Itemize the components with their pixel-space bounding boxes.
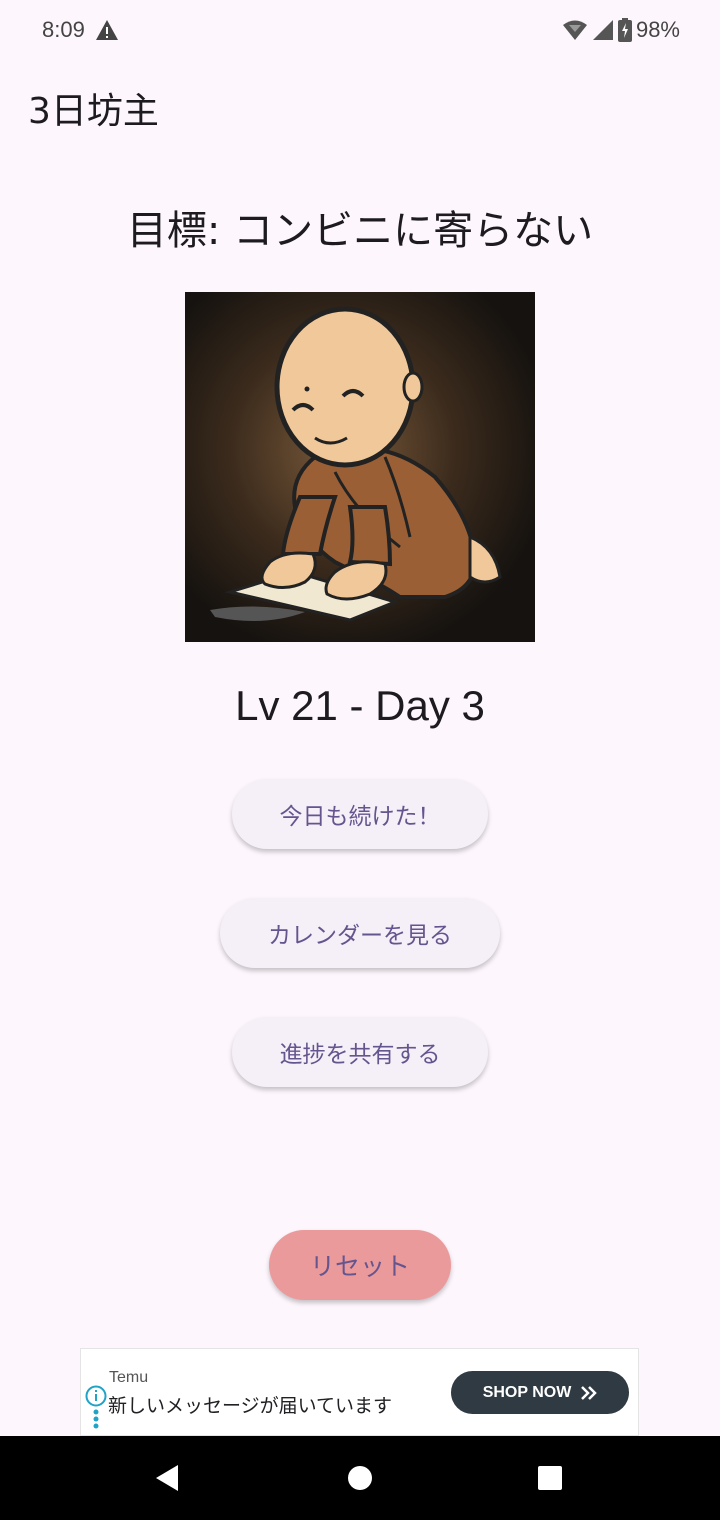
status-time: 8:09 [42,17,85,42]
navigation-bar [0,1436,720,1520]
status-bar: 8:09 98% [0,0,720,60]
back-icon[interactable] [154,1464,180,1492]
battery-icon [617,18,632,42]
share-progress-button[interactable]: 進捗を共有する [232,1017,488,1087]
double-chevron-right-icon [581,1385,598,1400]
info-icon[interactable] [85,1385,107,1407]
battery-percent: 98% [635,17,680,42]
view-calendar-button[interactable]: カレンダーを見る [220,898,500,968]
ad-banner[interactable]: Temu 新しいメッセージが届いています SHOP NOW [80,1348,639,1436]
shop-now-label: SHOP NOW [482,1383,572,1401]
level-day-label: Lv 21 - Day 3 [235,682,485,729]
app-title: 3日坊主 [28,91,159,132]
home-icon[interactable] [347,1464,373,1492]
wifi-icon [562,20,587,40]
recents-icon[interactable] [537,1464,563,1492]
ad-brand: Temu [109,1369,149,1386]
reset-button[interactable]: リセット [269,1230,451,1300]
alert-icon [95,20,118,40]
ad-message: 新しいメッセージが届いています [108,1395,393,1417]
goal-title: 目標: コンビニに寄らない [126,208,594,254]
shop-now-button[interactable]: SHOP NOW [451,1371,629,1414]
monk-illustration [185,292,535,642]
ad-menu-icon[interactable] [92,1409,100,1431]
continued-today-button[interactable]: 今日も続けた！ [232,779,488,849]
signal-icon [592,20,613,40]
